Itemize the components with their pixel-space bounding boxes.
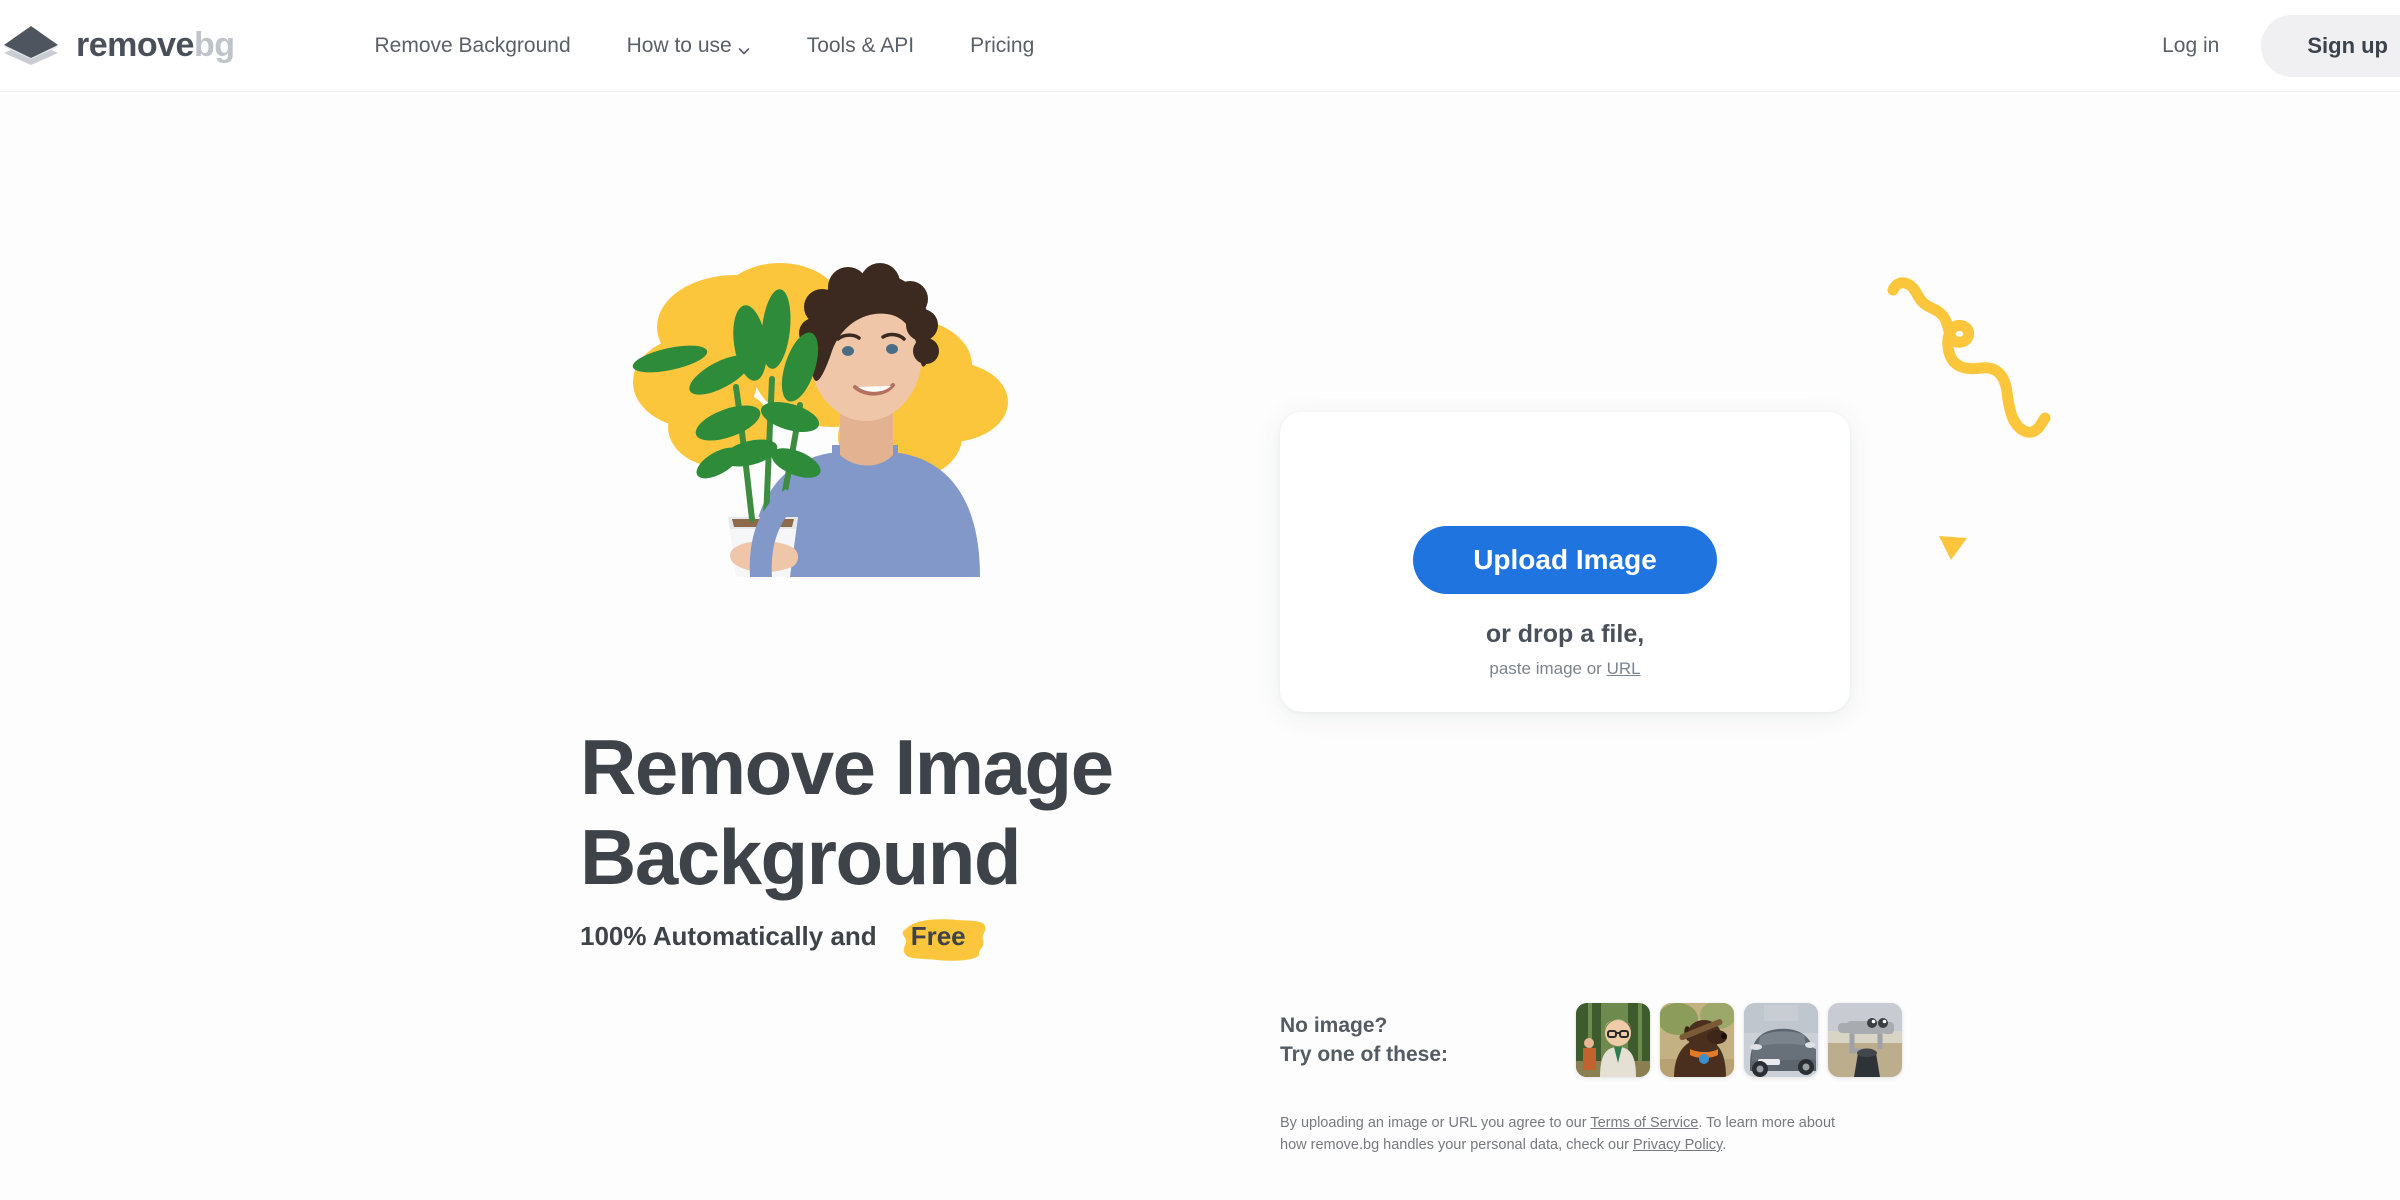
sample-images-label: No image? Try one of these: bbox=[1280, 1011, 1448, 1069]
main-nav: Remove Background How to use Tools & API… bbox=[375, 34, 1063, 58]
paste-url-link[interactable]: URL bbox=[1607, 659, 1641, 678]
sample-thumb-binoculars[interactable] bbox=[1828, 1002, 1903, 1077]
stacked-diamond-logo-icon bbox=[0, 21, 62, 71]
terms-of-service-link[interactable]: Terms of Service bbox=[1590, 1115, 1698, 1131]
nav-item-remove-background[interactable]: Remove Background bbox=[375, 34, 599, 58]
paste-hint-prefix: paste image or bbox=[1489, 659, 1602, 678]
logo[interactable]: remove bg bbox=[0, 0, 235, 92]
legal-disclaimer: By uploading an image or URL you agree t… bbox=[1280, 1112, 1860, 1156]
nav-label: Remove Background bbox=[374, 33, 571, 57]
legal-part3: . bbox=[1722, 1137, 1727, 1153]
wavy-line-with-loop-decoration-icon bbox=[1885, 272, 2060, 477]
nav-label: Tools & API bbox=[806, 33, 915, 57]
nav-item-tools-api[interactable]: Tools & API bbox=[779, 34, 942, 58]
privacy-policy-link[interactable]: Privacy Policy bbox=[1633, 1137, 1722, 1153]
signup-button[interactable]: Sign up bbox=[2261, 15, 2400, 77]
hero-left-column: Remove Image Background 100% Automatical… bbox=[0, 92, 1230, 1200]
nav-label: How to use bbox=[626, 33, 732, 57]
sample-thumb-man-in-vineyard[interactable] bbox=[1576, 1002, 1651, 1077]
page-title-line2: Background bbox=[580, 813, 1022, 901]
sample-thumb-dog-with-stick[interactable] bbox=[1660, 1002, 1735, 1077]
down-triangle-decoration-icon bbox=[1936, 532, 1970, 567]
sample-label-line1: No image? bbox=[1280, 1013, 1388, 1037]
logo-text-gray: bg bbox=[193, 26, 235, 64]
upload-column: Upload Image or drop a file, paste image… bbox=[1230, 92, 2400, 1200]
nav-item-pricing[interactable]: Pricing bbox=[942, 34, 1062, 58]
free-badge: Free bbox=[895, 914, 986, 961]
paste-image-hint: paste image or URL bbox=[1489, 659, 1640, 679]
sample-thumb-gray-car[interactable] bbox=[1744, 1002, 1819, 1077]
login-link[interactable]: Log in bbox=[2162, 34, 2219, 58]
nav-item-how-to-use[interactable]: How to use bbox=[599, 34, 779, 58]
sample-images-row: No image? Try one of these: bbox=[1280, 997, 1903, 1082]
drop-a-file-text: or drop a file, bbox=[1485, 620, 1645, 648]
upload-image-button[interactable]: Upload Image bbox=[1413, 526, 1717, 594]
header-actions: Log in Sign up bbox=[2162, 0, 2400, 92]
logo-text: remove bg bbox=[76, 26, 235, 65]
sample-label-line2: Try one of these: bbox=[1280, 1042, 1449, 1066]
hero-subtitle-text: 100% Automatically and bbox=[580, 920, 877, 951]
hero-subtitle: 100% Automatically and Free bbox=[580, 914, 986, 961]
nav-label: Pricing bbox=[970, 33, 1035, 57]
upload-dropzone-card[interactable]: Upload Image or drop a file, paste image… bbox=[1280, 412, 1850, 712]
free-badge-label: Free bbox=[910, 920, 966, 951]
logo-text-dark: remove bbox=[76, 26, 194, 64]
legal-part1: By uploading an image or URL you agree t… bbox=[1280, 1115, 1591, 1131]
sample-thumbnails bbox=[1576, 1002, 1903, 1077]
man-holding-plant-photo bbox=[600, 247, 1040, 577]
chevron-down-icon bbox=[737, 40, 751, 54]
page-title: Remove Image Background bbox=[580, 722, 1280, 902]
page-title-line1: Remove Image bbox=[580, 723, 1114, 811]
page-root: remove bg Remove Background How to use To… bbox=[0, 0, 2400, 1200]
site-header: remove bg Remove Background How to use To… bbox=[0, 0, 2400, 92]
